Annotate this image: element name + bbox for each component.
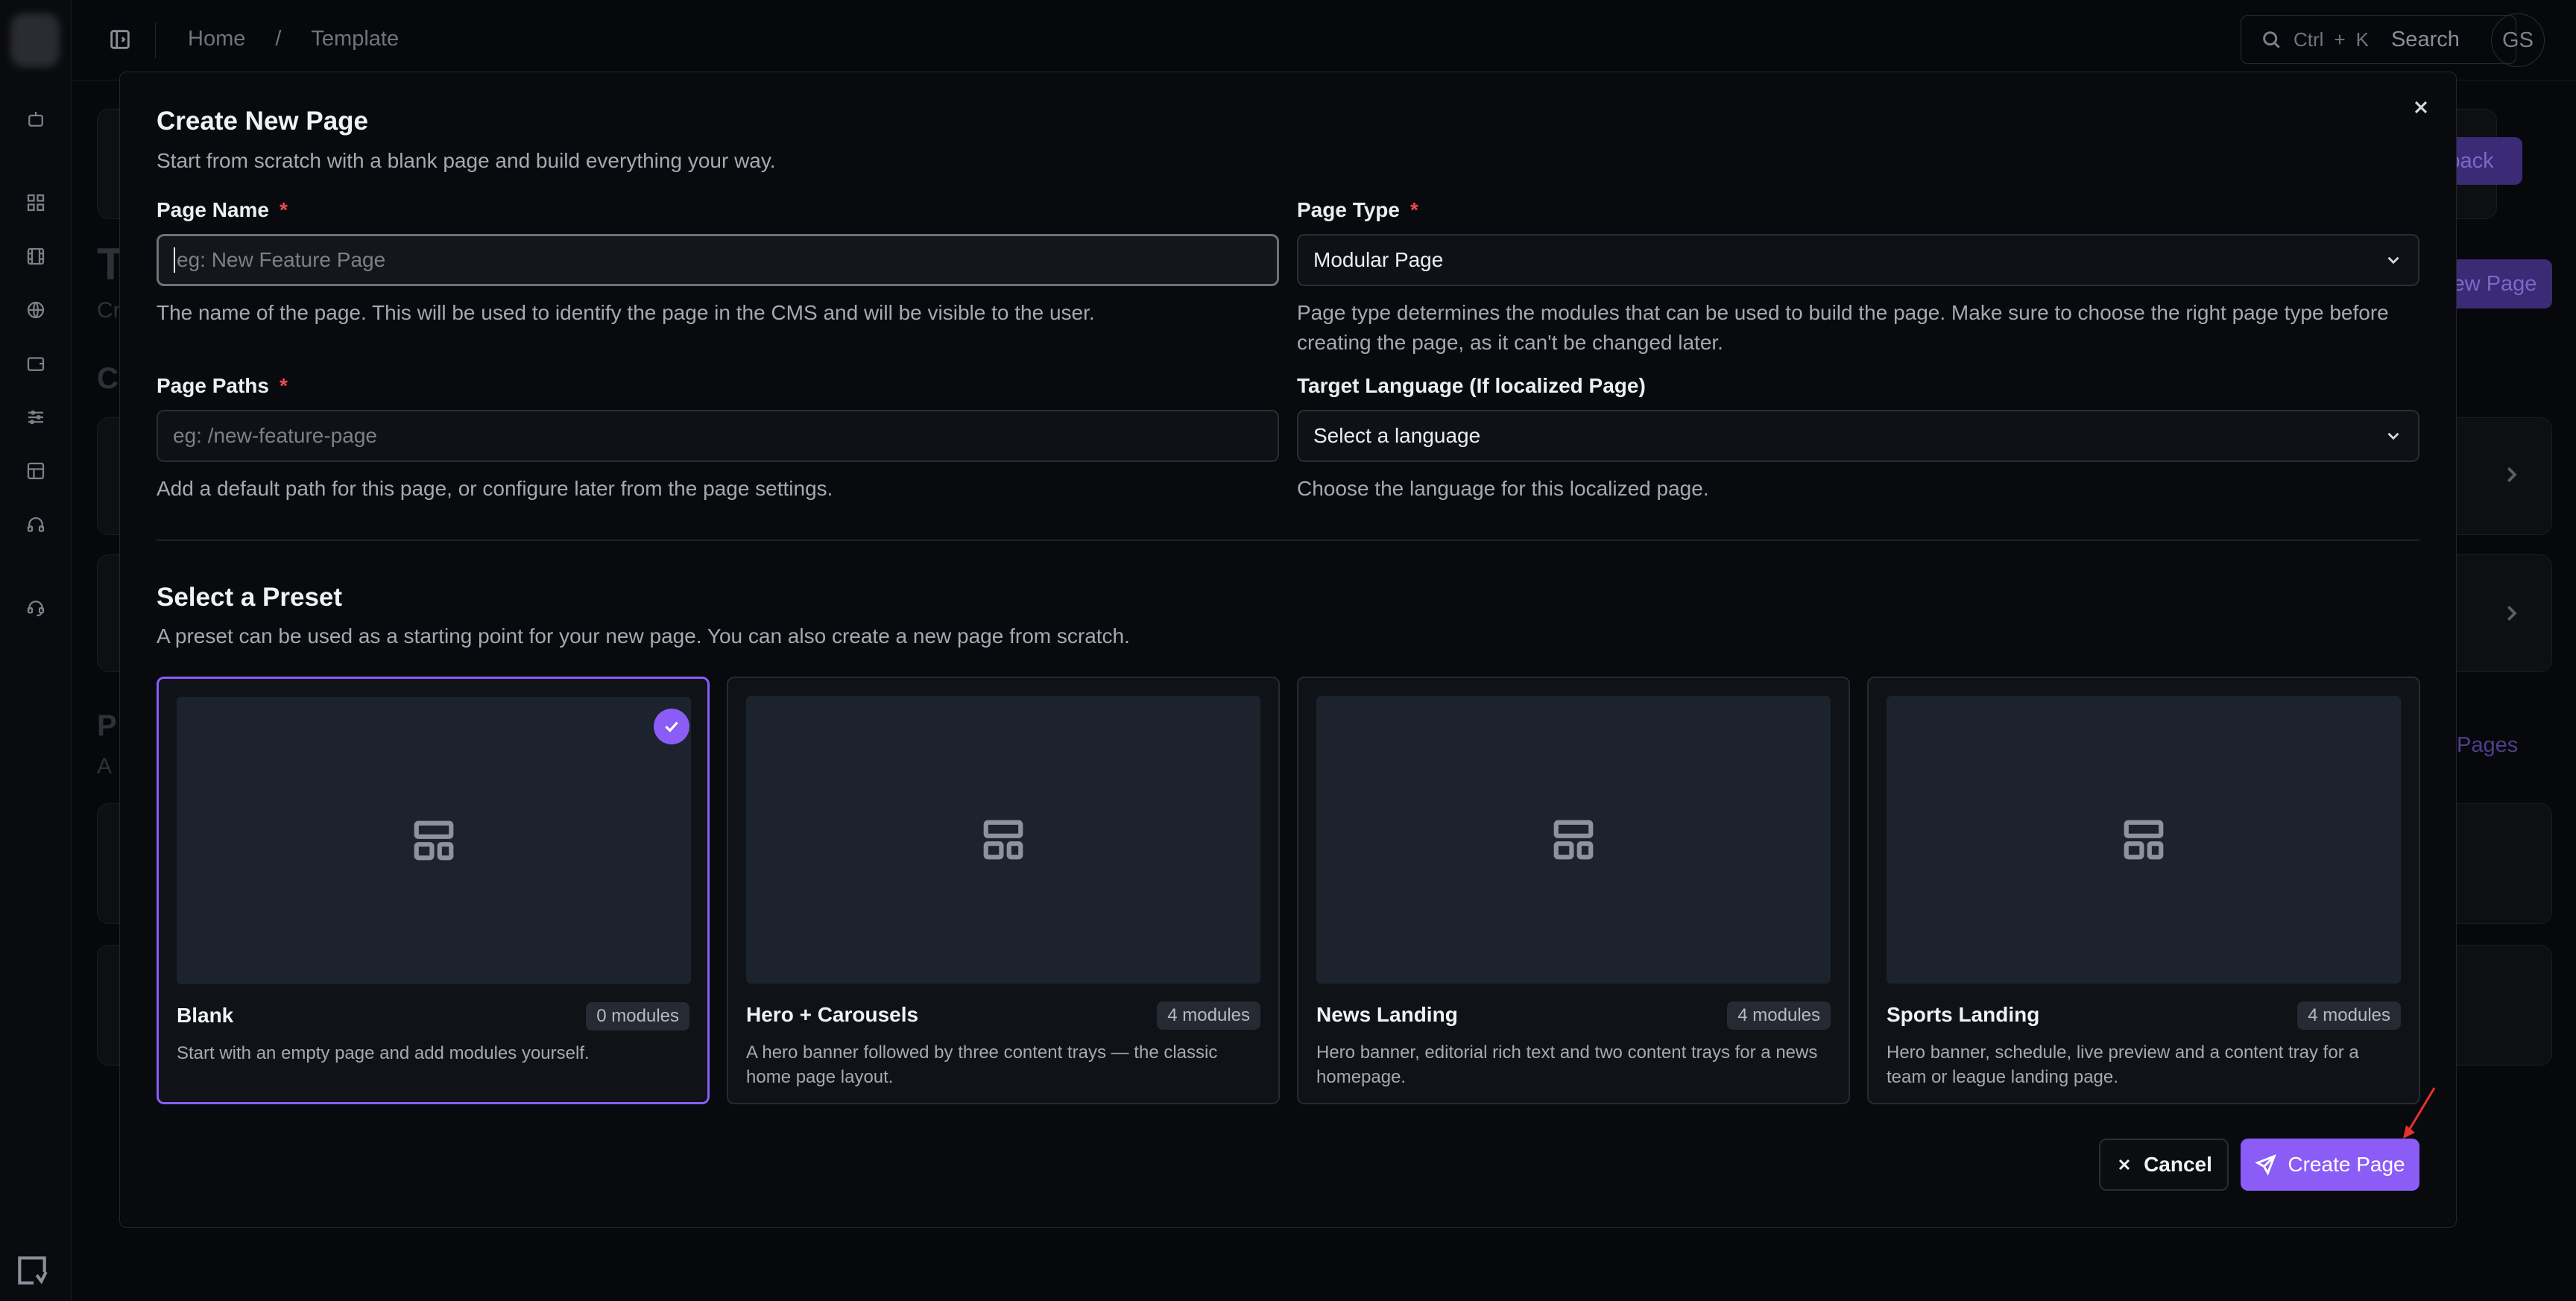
bg-section-c: C [97, 362, 119, 395]
preset-thumbnail [1887, 696, 2401, 984]
shortcut-k: K [2355, 28, 2369, 51]
page-type-value: Modular Page [1313, 248, 1444, 271]
target-language-help: Choose the language for this localized p… [1297, 477, 1709, 500]
preset-description: A hero banner followed by three content … [746, 1042, 1218, 1087]
page-name-help: The name of the page. This will be used … [157, 301, 1095, 324]
dashboard-icon[interactable] [21, 188, 51, 218]
create-page-button[interactable]: Create Page [2241, 1139, 2419, 1191]
close-icon [2119, 1159, 2130, 1171]
preset-description: Hero banner, editorial rich text and two… [1316, 1042, 1818, 1087]
dialog-subtitle: Start from scratch with a blank page and… [157, 149, 776, 172]
wallet-icon[interactable] [21, 349, 51, 379]
module-count-badge: 4 modules [1727, 1001, 1831, 1030]
bg-pages-link: Pages [2457, 733, 2519, 757]
shortcut-plus: + [2334, 28, 2346, 51]
bot-icon[interactable] [21, 104, 51, 134]
page-name-label-text: Page Name [157, 198, 269, 221]
module-count-badge: 0 modules [586, 1002, 689, 1031]
collapse-icon[interactable] [13, 1252, 51, 1289]
check-icon [654, 709, 689, 744]
page-type-label-text: Page Type [1297, 198, 1400, 221]
preset-card-blank[interactable]: Blank 0 modules Start with an empty page… [157, 677, 710, 1104]
sliders-icon[interactable] [21, 402, 51, 432]
target-language-label: Target Language (If localized Page) [1297, 374, 1646, 397]
cancel-label: Cancel [2144, 1153, 2212, 1176]
module-count-badge: 4 modules [2297, 1001, 2401, 1030]
preset-name: Blank [177, 1004, 234, 1027]
preset-name: Hero + Carousels [746, 1003, 919, 1026]
bg-section-p: P [97, 709, 117, 742]
preset-name: News Landing [1316, 1003, 1458, 1026]
chevron-down-icon [2387, 256, 2399, 265]
bg-page-subtitle: Cr [97, 298, 121, 323]
page-paths-placeholder: eg: /new-feature-page [173, 424, 377, 447]
breadcrumb-current: Template [311, 27, 400, 51]
sidebar [0, 0, 72, 1301]
preset-thumbnail [177, 697, 691, 984]
target-language-select[interactable]: Select a language [1297, 410, 2419, 462]
page-paths-help: Add a default path for this page, or con… [157, 477, 833, 500]
layout-template-icon [414, 820, 454, 861]
page-type-help: Page type determines the modules that ca… [1297, 301, 2389, 354]
target-language-value: Select a language [1313, 424, 1481, 447]
breadcrumb: Home / Template [188, 27, 399, 51]
page-name-input[interactable]: eg: New Feature Page [157, 234, 1279, 286]
module-count-badge: 4 modules [1157, 1001, 1260, 1030]
preset-name: Sports Landing [1887, 1003, 2040, 1026]
support-icon[interactable] [21, 593, 51, 623]
search-button[interactable]: Ctrl + K Search [2241, 15, 2516, 64]
text-caret [174, 247, 175, 273]
preset-description: Start with an empty page and add modules… [177, 1043, 590, 1063]
search-icon [2263, 31, 2280, 48]
film-icon[interactable] [21, 241, 51, 271]
avatar[interactable]: GS [2491, 13, 2545, 67]
shortcut-ctrl: Ctrl [2294, 28, 2324, 51]
chevron-down-icon [2387, 432, 2399, 440]
required-marker: * [279, 198, 288, 221]
annotation-arrow [2403, 1087, 2436, 1139]
divider [155, 22, 156, 58]
preset-section-subtitle: A preset can be used as a starting point… [157, 624, 1130, 648]
layout-template-icon [2124, 820, 2164, 860]
chevron-right-icon [2500, 602, 2522, 624]
create-label: Create Page [2288, 1153, 2405, 1176]
search-label: Search [2390, 27, 2460, 51]
preset-section-title: Select a Preset [157, 583, 343, 612]
preset-card-news-landing[interactable]: News Landing 4 modules Hero banner, edit… [1297, 677, 1850, 1104]
required-marker: * [279, 374, 288, 397]
headphones-icon[interactable] [21, 510, 51, 539]
app-logo [10, 13, 60, 67]
preset-card-hero-carousels[interactable]: Hero + Carousels 4 modules A hero banner… [727, 677, 1280, 1104]
layout-icon[interactable] [21, 456, 51, 486]
page-name-label: Page Name * [157, 198, 288, 222]
divider [157, 539, 2419, 541]
bg-section-a: A [97, 754, 113, 779]
sidebar-toggle-icon[interactable] [107, 27, 133, 52]
topbar: Home / Template Ctrl + K Search GS [72, 0, 2576, 80]
preset-description: Hero banner, schedule, live preview and … [1887, 1042, 2359, 1087]
breadcrumb-separator: / [275, 27, 282, 51]
send-icon [2255, 1154, 2277, 1176]
breadcrumb-home[interactable]: Home [188, 27, 245, 51]
layout-template-icon [1553, 820, 1594, 860]
chevron-right-icon [2500, 463, 2522, 486]
page-type-label: Page Type * [1297, 198, 1418, 222]
required-marker: * [1409, 198, 1418, 221]
globe-icon[interactable] [21, 295, 51, 325]
preset-thumbnail [1316, 696, 1831, 984]
cancel-button[interactable]: Cancel [2099, 1139, 2229, 1191]
page-name-placeholder: eg: New Feature Page [177, 248, 386, 271]
preset-thumbnail [746, 696, 1260, 984]
preset-card-sports-landing[interactable]: Sports Landing 4 modules Hero banner, sc… [1867, 677, 2420, 1104]
page-paths-input[interactable]: eg: /new-feature-page [157, 410, 1279, 462]
page-paths-label-text: Page Paths [157, 374, 269, 397]
page-paths-label: Page Paths * [157, 374, 288, 398]
layout-template-icon [983, 820, 1023, 860]
close-icon[interactable] [2406, 92, 2436, 122]
page-type-select[interactable]: Modular Page [1297, 234, 2419, 286]
dialog-title: Create New Page [157, 107, 369, 136]
